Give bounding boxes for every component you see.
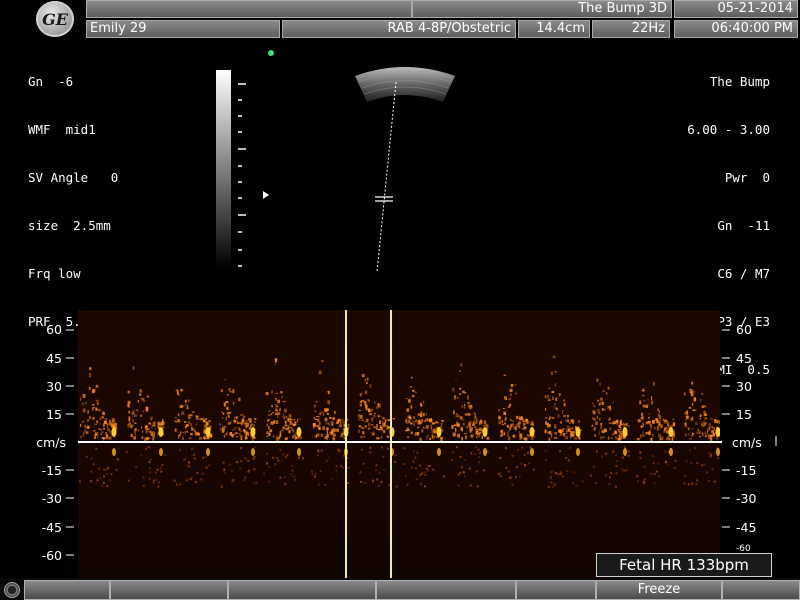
right-axis-label-neg30: -30 [736, 491, 757, 506]
left-parameters: Gn -6 WMF mid1 SV Angle 0 size 2.5mm Frq… [28, 42, 118, 346]
study-title: The Bump 3D [412, 0, 672, 18]
trackball-icon[interactable] [4, 582, 20, 598]
softkey-2[interactable] [110, 580, 228, 600]
patient-name: Emily 29 [86, 20, 280, 38]
right-axis-label-neg15: -15 [736, 463, 757, 478]
date-label: 05-21-2014 [674, 0, 798, 18]
ultrasound-sector-image [355, 67, 455, 102]
header-bar: GE The Bump 3D 05-21-2014 Emily 29 RAB 4… [0, 0, 800, 40]
param-preset-name: The Bump [709, 74, 770, 89]
depth-label: 14.4cm [518, 20, 590, 38]
right-axis-label-neg45: -45 [736, 520, 757, 535]
caliper-line-left[interactable] [345, 310, 347, 578]
axis-label-neg30: -30 [41, 491, 62, 506]
focus-marker-icon [263, 191, 269, 199]
softkey-3[interactable] [228, 580, 376, 600]
axis-label-neg60: -60 [41, 548, 62, 563]
time-label: 06:40:00 PM [674, 20, 798, 38]
param-freq-range: 6.00 - 3.00 [687, 122, 770, 137]
param-cm: C6 / M7 [717, 266, 770, 281]
right-axis-label-30: 30 [736, 379, 752, 394]
axis-label-neg15: -15 [41, 463, 62, 478]
freeze-button[interactable]: Freeze [596, 580, 722, 600]
fetal-heart-rate-label: Fetal HR 133bpm [596, 553, 772, 577]
axis-label-30: 30 [46, 379, 62, 394]
doppler-spectrum [78, 310, 720, 578]
axis-label-neg45: -45 [41, 520, 62, 535]
axis-label-15: 15 [46, 407, 62, 422]
param-sv-angle: SV Angle 0 [28, 170, 119, 185]
axis-label-unit: cm/s [36, 435, 66, 450]
depth-scale-ticks [238, 83, 246, 267]
frame-rate-label: 22Hz [592, 20, 670, 38]
spectral-texture [78, 355, 720, 488]
right-axis-label-unit: cm/s [732, 435, 762, 450]
right-axis-label-15: 15 [736, 407, 752, 422]
right-axis-label-45: 45 [736, 351, 752, 366]
param-wmf: WMF mid1 [28, 122, 96, 137]
caliper-line-right[interactable] [390, 310, 392, 578]
softkey-7[interactable] [722, 580, 800, 600]
param-gain-2d: Gn -11 [717, 218, 770, 233]
probe-preset: RAB 4-8P/Obstetric [282, 20, 516, 38]
ge-logo-icon: GE [36, 1, 74, 37]
right-axis-label-60: 60 [736, 322, 752, 337]
softkey-1[interactable] [24, 580, 110, 600]
orientation-dot-icon [268, 50, 274, 56]
param-size: size 2.5mm [28, 218, 111, 233]
softkey-4[interactable] [376, 580, 516, 600]
softkey-5[interactable] [516, 580, 596, 600]
axis-label-60: 60 [46, 322, 62, 337]
param-gain: Gn -6 [28, 74, 74, 89]
param-frequency: Frq low [28, 266, 81, 281]
spectrum-baseline [78, 441, 722, 443]
spectral-waveform [78, 355, 720, 488]
grayscale-bar [216, 70, 231, 268]
axis-label-45: 45 [46, 351, 62, 366]
header-blank-cell [86, 0, 412, 18]
param-power: Pwr 0 [724, 170, 770, 185]
